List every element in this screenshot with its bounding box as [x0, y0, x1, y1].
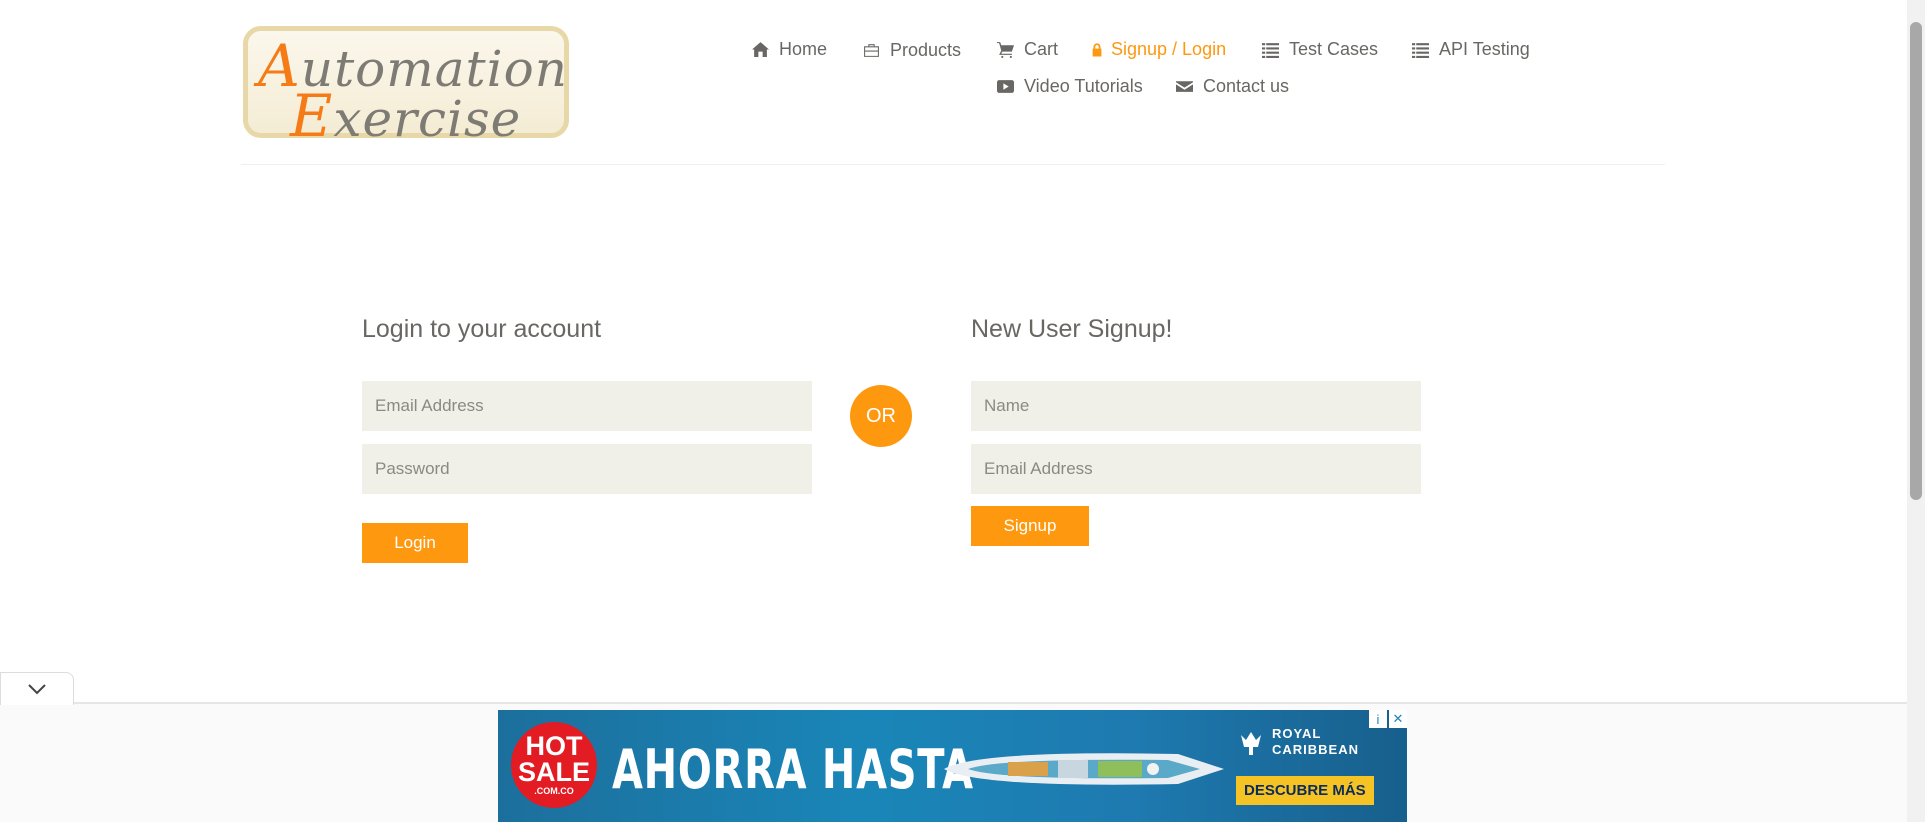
login-email-input[interactable] — [362, 381, 812, 431]
briefcase-icon — [864, 44, 879, 57]
brand-line-2: CARIBBEAN — [1272, 741, 1359, 757]
nav-cart-label: Cart — [1024, 39, 1059, 59]
nav-home-label: Home — [779, 39, 828, 59]
nav-test-cases[interactable]: Test Cases — [1262, 39, 1378, 60]
nav-products[interactable]: Products — [863, 40, 961, 61]
login-button[interactable]: Login — [362, 523, 468, 563]
chevron-down-icon — [28, 684, 46, 695]
logo-cap-e: E — [290, 82, 334, 150]
collapse-ad-button[interactable] — [0, 672, 74, 705]
nav-cart[interactable]: Cart — [997, 39, 1058, 60]
signup-email-input[interactable] — [971, 444, 1421, 494]
signup-title: New User Signup! — [971, 315, 1173, 343]
site-logo[interactable]: Automation Exercise — [243, 26, 569, 145]
signup-name-input[interactable] — [971, 381, 1421, 431]
ad-cta-button[interactable]: DESCUBRE MÁS — [1236, 776, 1374, 805]
cart-icon — [997, 42, 1014, 58]
nav-contact-us-label: Contact us — [1203, 76, 1290, 96]
nav-test-cases-label: Test Cases — [1289, 39, 1379, 59]
signup-button[interactable]: Signup — [971, 506, 1089, 546]
youtube-play-icon — [997, 80, 1014, 93]
logo-text-2: xercise — [333, 90, 522, 148]
anchor-crown-icon — [1241, 731, 1261, 755]
list-icon — [1412, 43, 1429, 58]
home-icon — [752, 42, 769, 57]
domain-text: .COM.CO — [534, 786, 574, 797]
nav-products-label: Products — [890, 40, 962, 60]
nav-api-testing-label: API Testing — [1439, 39, 1530, 59]
ad-controls: i ✕ — [1369, 710, 1407, 728]
ad-banner[interactable]: HOT SALE .COM.CO AHORRA HASTA ROYAL CARI… — [498, 710, 1407, 822]
ad-info-icon[interactable]: i — [1369, 710, 1387, 728]
logo-line-2: Exercise — [290, 87, 521, 145]
or-badge: OR — [850, 385, 912, 447]
list-icon — [1262, 43, 1279, 58]
nav-signup-login-label: Signup / Login — [1111, 39, 1227, 59]
brand-name: ROYAL CARIBBEAN — [1272, 726, 1359, 757]
cruise-ship-image — [944, 753, 1224, 785]
envelope-icon — [1176, 81, 1193, 92]
brand-line-1: ROYAL — [1272, 726, 1322, 741]
ad-headline: AHORRA HASTA — [612, 738, 974, 801]
nav-video-tutorials-label: Video Tutorials — [1024, 76, 1143, 96]
nav-api-testing[interactable]: API Testing — [1412, 39, 1530, 60]
ad-close-icon[interactable]: ✕ — [1389, 710, 1407, 728]
header-divider — [241, 164, 1665, 165]
ad-bar-border — [0, 702, 1907, 704]
royal-caribbean-brand: ROYAL CARIBBEAN — [1236, 726, 1359, 757]
sale-text: SALE — [517, 756, 590, 787]
nav-signup-login[interactable]: Signup / Login — [1090, 39, 1226, 60]
nav-video-tutorials[interactable]: Video Tutorials — [997, 76, 1143, 97]
hot-text: HOT — [525, 731, 583, 762]
hot-sale-badge: HOT SALE .COM.CO — [511, 722, 597, 808]
login-title: Login to your account — [362, 315, 602, 343]
nav-home[interactable]: Home — [752, 39, 827, 60]
lock-icon — [1092, 43, 1102, 57]
scrollbar-thumb[interactable] — [1910, 22, 1922, 500]
login-password-input[interactable] — [362, 444, 812, 494]
nav-contact-us[interactable]: Contact us — [1176, 76, 1289, 97]
